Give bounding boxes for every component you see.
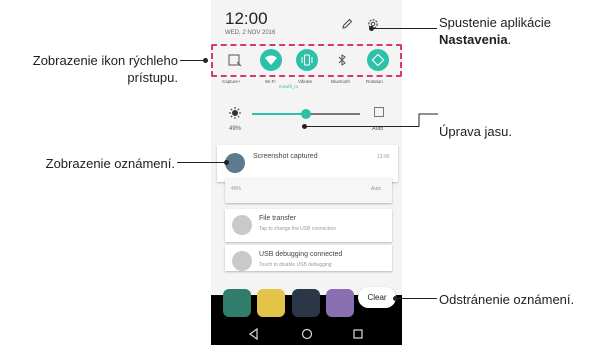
callout-dot <box>224 160 229 165</box>
notification-title: File transfer <box>259 215 296 222</box>
android-icon <box>232 251 252 271</box>
callout-line <box>371 28 437 29</box>
back-icon[interactable] <box>248 328 260 340</box>
callout-settings: Spustenie aplikácie Nastavenia. <box>439 14 594 48</box>
quick-settings-labels: Capture+ Wi-Fi Vibrate Bluetooth Rotatio… <box>211 79 402 89</box>
usb-debugging-notification[interactable]: USB debugging connected Touch to disable… <box>225 245 392 271</box>
bluetooth-icon[interactable] <box>331 49 353 71</box>
notification-subtitle: Touch to disable USB debugging <box>259 262 332 268</box>
brightness-icon <box>229 107 241 119</box>
gallery-app-icon[interactable] <box>326 289 354 317</box>
callout-settings-end: . <box>507 32 512 47</box>
screenshot-notification[interactable]: Screenshot captured 12:00 <box>217 145 398 182</box>
callout-brightness: Úprava jasu. <box>439 124 512 139</box>
recents-icon[interactable] <box>352 328 364 340</box>
phone-screen: 12:00 WED, 2 NOV 2016 Capture+ Wi-Fi Vib… <box>211 0 402 345</box>
qs-label-rotation: Rotation <box>366 79 383 84</box>
brightness-notification[interactable]: 49% Auto <box>225 178 392 203</box>
notification-time: 12:00 <box>377 154 390 160</box>
messages-app-icon[interactable] <box>257 289 285 317</box>
phone-app-icon[interactable] <box>223 289 251 317</box>
usb-icon <box>232 215 252 235</box>
notification-brightness-percent: 49% <box>231 186 242 192</box>
wifi-network-name: mowifi_m <box>279 84 299 89</box>
notification-auto-label: Auto <box>371 186 382 192</box>
status-time: 12:00 <box>225 9 268 28</box>
qs-label-wifi: Wi-Fi <box>265 79 276 84</box>
callout-settings-bold: Nastavenia <box>439 32 508 47</box>
edit-pencil-icon[interactable] <box>340 17 354 31</box>
camera-app-icon[interactable] <box>292 289 320 317</box>
capture-plus-icon[interactable] <box>224 49 246 71</box>
rotation-icon[interactable] <box>367 49 389 71</box>
brightness-slider-fill <box>252 113 306 115</box>
callout-dot <box>203 58 208 63</box>
callout-line <box>177 162 226 163</box>
callout-line <box>180 60 205 61</box>
wifi-icon[interactable] <box>260 49 282 71</box>
callout-quick-access: Zobrazenie ikon rýchleho prístupu. <box>32 53 178 85</box>
callout-notifications: Zobrazenie oznámení. <box>45 156 175 171</box>
callout-line <box>395 298 437 299</box>
status-date: WED, 2 NOV 2016 <box>225 30 276 36</box>
brightness-percent: 49% <box>229 126 242 132</box>
callout-clear: Odstránenie oznámení. <box>439 292 575 307</box>
clear-button[interactable]: Clear <box>358 287 396 308</box>
vibrate-icon[interactable] <box>296 49 318 71</box>
callout-line <box>304 113 438 127</box>
notification-subtitle: Tap to change the USB connection <box>259 226 336 232</box>
home-icon[interactable] <box>301 328 313 340</box>
notification-title: USB debugging connected <box>259 251 343 258</box>
notification-title: Screenshot captured <box>253 153 318 160</box>
file-transfer-notification[interactable]: File transfer Tap to change the USB conn… <box>225 209 392 242</box>
qs-label-capture: Capture+ <box>222 79 241 84</box>
qs-label-vibrate: Vibrate <box>298 79 313 84</box>
callout-settings-text: Spustenie aplikácie <box>439 15 552 30</box>
qs-label-bluetooth: Bluetooth <box>331 79 351 84</box>
